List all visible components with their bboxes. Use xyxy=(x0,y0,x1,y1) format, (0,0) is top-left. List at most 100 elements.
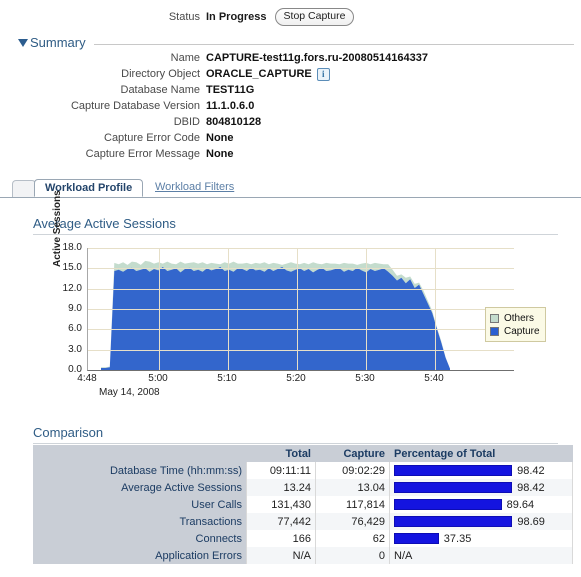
column-header-capture: Capture xyxy=(315,445,390,462)
table-row-label: Average Active Sessions xyxy=(33,479,247,496)
cell-total: 166 xyxy=(246,530,316,547)
cell-capture: 76,429 xyxy=(315,513,390,530)
property-value: None xyxy=(206,132,234,144)
cell-percentage: 89.64 xyxy=(389,496,573,513)
info-icon[interactable]: i xyxy=(316,67,330,81)
cell-total: 131,430 xyxy=(246,496,316,513)
percentage-bar xyxy=(394,533,439,544)
chart-legend: Others Capture xyxy=(485,307,546,342)
property-label: Capture Database Version xyxy=(70,100,200,112)
summary-divider xyxy=(93,44,574,45)
chart-gridline xyxy=(88,288,514,290)
column-header-total: Total xyxy=(246,445,316,462)
property-value-text: None xyxy=(206,132,234,144)
cell-capture: 0 xyxy=(315,547,390,564)
table-row: Application Errors N/A 0 N/A xyxy=(33,547,573,564)
chart-area-capture xyxy=(101,267,450,370)
property-row-capture-error-code: Capture Error Code None xyxy=(0,130,581,146)
tab-baseline xyxy=(0,197,581,198)
chart-gridline-vertical xyxy=(228,248,229,370)
chart-gridline-vertical xyxy=(435,248,436,370)
property-value: ORACLE_CAPTURE i xyxy=(206,67,330,81)
property-value: None xyxy=(206,148,234,160)
percentage-value: 37.35 xyxy=(443,532,472,545)
chart-x-tick: 4:48 xyxy=(77,373,97,384)
legend-label: Capture xyxy=(504,325,540,337)
table-row-label: Connects xyxy=(33,530,247,547)
chart-x-tick: 5:00 xyxy=(148,373,168,384)
chart-x-tick: 5:20 xyxy=(286,373,306,384)
summary-title: Summary xyxy=(30,35,86,50)
chart-y-tick: 12.0 xyxy=(62,282,82,294)
percentage-value: 98.42 xyxy=(517,464,545,477)
property-row-dbid: DBID 804810128 xyxy=(0,114,581,130)
comparison-table-body: Database Time (hh:mm:ss) 09:11:11 09:02:29… xyxy=(33,462,573,564)
property-value-text: 11.1.0.6.0 xyxy=(206,100,255,112)
column-header-percentage: Percentage of Total xyxy=(389,445,573,462)
cell-percentage: 98.42 xyxy=(389,479,573,496)
status-value: In Progress xyxy=(206,11,267,23)
tab-workload-profile[interactable]: Workload Profile xyxy=(34,179,144,197)
percentage-value: N/A xyxy=(394,549,413,562)
average-active-sessions-chart: Active Sessions 18.0 15.0 12.0 9.0 6.0 3.0 0.0… xyxy=(33,190,563,398)
chart-y-tick: 6.0 xyxy=(68,323,82,335)
comparison-section-title: Comparison xyxy=(33,425,104,440)
cell-percentage: N/A xyxy=(389,547,573,564)
table-row-label: User Calls xyxy=(33,496,247,513)
chart-x-tick: 5:10 xyxy=(217,373,237,384)
tab-left-stub xyxy=(12,180,36,197)
property-value-text: CAPTURE-test11g.fors.ru-20080514164337 xyxy=(206,52,428,64)
chart-y-tick: 9.0 xyxy=(68,303,82,314)
comparison-section-divider xyxy=(33,443,558,444)
percentage-bar-wrapper: 37.35 xyxy=(394,533,568,545)
property-label: Name xyxy=(170,52,200,64)
percentage-value: 98.42 xyxy=(517,481,545,494)
status-label: Status xyxy=(168,11,200,23)
table-row-label: Database Time (hh:mm:ss) xyxy=(33,462,247,479)
status-row: Status In Progress Stop Capture xyxy=(0,8,581,26)
stop-capture-button[interactable]: Stop Capture xyxy=(274,8,355,26)
chart-section-divider xyxy=(33,234,558,235)
comparison-table-head: Total Capture Percentage of Total xyxy=(33,445,573,462)
property-value: TEST11G xyxy=(206,84,254,96)
table-row: User Calls 131,430 117,814 89.64 xyxy=(33,496,573,513)
percentage-bar-wrapper: 98.42 xyxy=(394,482,568,494)
tab-workload-filters[interactable]: Workload Filters xyxy=(145,179,244,197)
disclosure-triangle-down-icon[interactable] xyxy=(18,38,28,47)
cell-capture: 117,814 xyxy=(315,496,390,513)
cell-capture: 13.04 xyxy=(315,479,390,496)
cell-capture: 62 xyxy=(315,530,390,547)
property-value-text: 804810128 xyxy=(206,116,262,128)
tab-strip: Workload Profile Workload Filters xyxy=(0,176,581,198)
property-row-capture-database-version: Capture Database Version 11.1.0.6.0 xyxy=(0,98,581,114)
cell-percentage: 37.35 xyxy=(389,530,573,547)
chart-gridline xyxy=(88,248,514,249)
percentage-bar xyxy=(394,499,502,510)
chart-date-label: May 14, 2008 xyxy=(99,387,160,398)
chart-y-tick: 15.0 xyxy=(62,262,82,274)
chart-gridline-vertical xyxy=(297,248,298,370)
property-label: Capture Error Code xyxy=(104,132,200,144)
cell-total: 13.24 xyxy=(246,479,316,496)
legend-item: Others xyxy=(490,312,540,324)
table-row-label: Application Errors xyxy=(33,547,247,564)
legend-item: Capture xyxy=(490,325,540,337)
property-value-text: None xyxy=(206,148,234,160)
property-value: 11.1.0.6.0 xyxy=(206,100,254,112)
table-row: Connects 166 62 37.35 xyxy=(33,530,573,547)
percentage-bar xyxy=(394,482,513,493)
summary-section-header: Summary xyxy=(18,35,574,50)
property-row-directory-object: Directory Object ORACLE_CAPTURE i xyxy=(0,66,581,82)
percentage-value: 89.64 xyxy=(506,498,535,511)
cell-percentage: 98.69 xyxy=(389,513,573,530)
percentage-bar xyxy=(394,465,513,476)
column-header-blank xyxy=(33,445,247,462)
property-row-name: Name CAPTURE-test11g.fors.ru-20080514164… xyxy=(0,50,581,66)
cell-capture: 09:02:29 xyxy=(315,462,390,479)
percentage-value: 98.69 xyxy=(517,515,545,528)
legend-swatch xyxy=(490,326,499,336)
property-row-database-name: Database Name TEST11G xyxy=(0,82,581,98)
chart-gridline xyxy=(88,349,514,351)
cell-total: N/A xyxy=(246,547,316,564)
property-label: Database Name xyxy=(120,84,201,96)
